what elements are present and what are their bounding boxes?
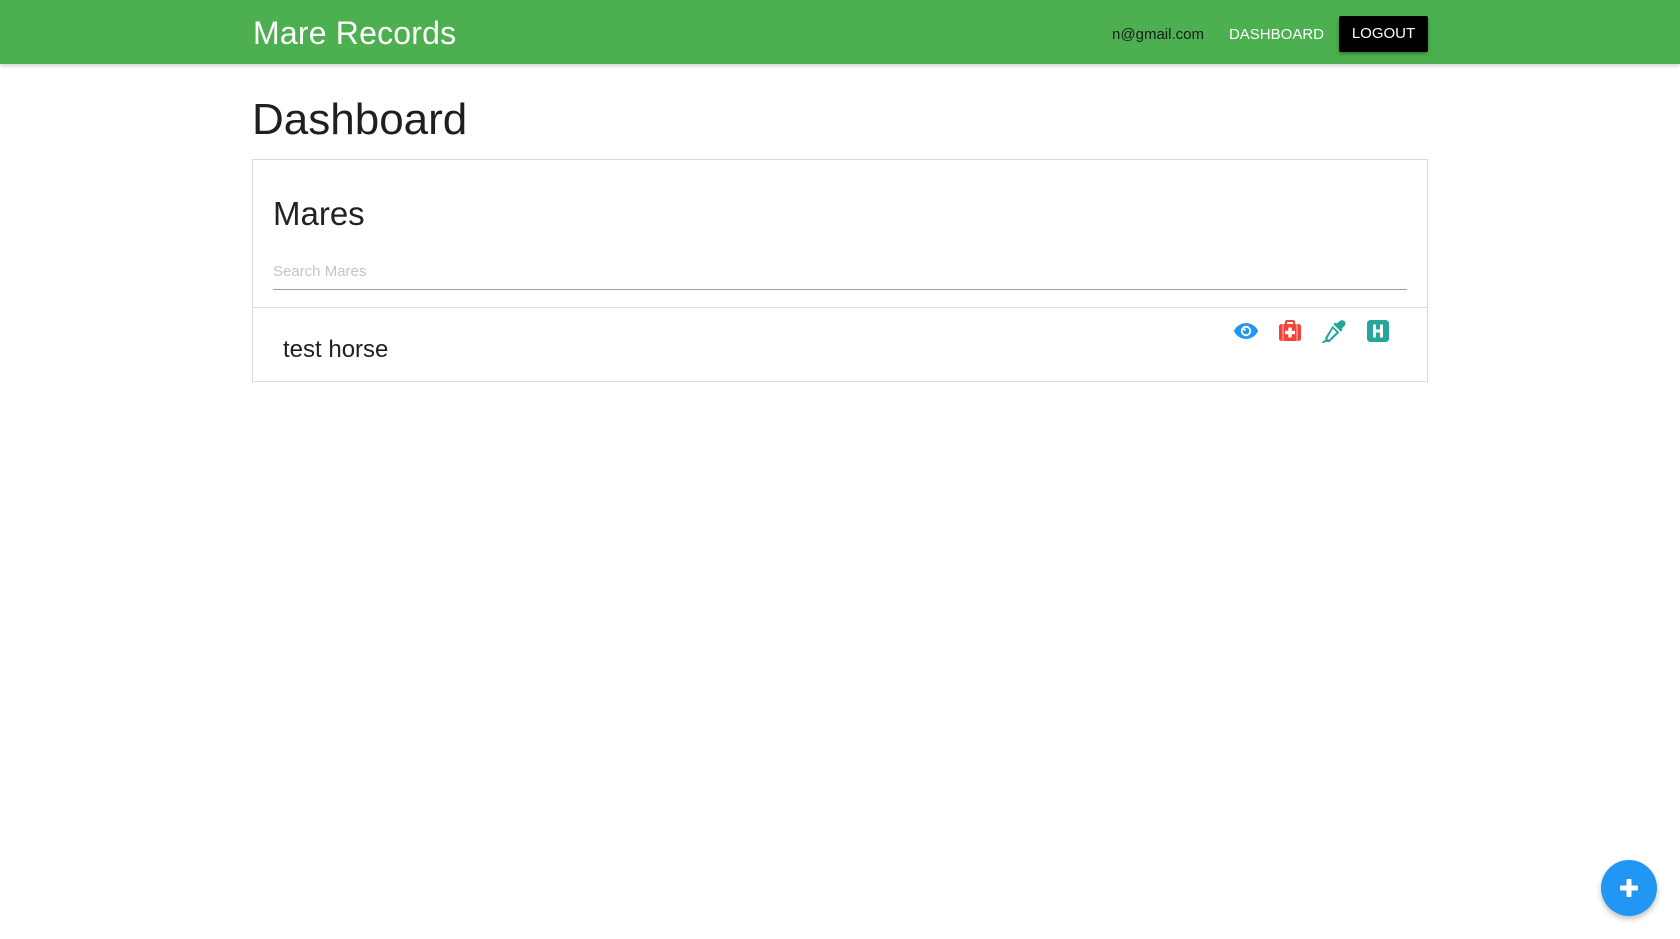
mare-list-item[interactable]: test horse — [253, 308, 1427, 381]
mares-card-header: Mares — [253, 160, 1427, 308]
search-mares-input[interactable] — [273, 254, 1407, 290]
brand-logo[interactable]: Mare Records — [253, 13, 456, 53]
add-mare-button[interactable] — [1601, 860, 1657, 916]
page-title: Dashboard — [252, 95, 468, 144]
hospital-icon[interactable] — [1365, 318, 1391, 344]
nav-dashboard-link[interactable]: DASHBOARD — [1229, 26, 1324, 43]
logout-button[interactable]: LOGOUT — [1339, 16, 1428, 52]
nav-right: n@gmail.com DASHBOARD LOGOUT — [1112, 16, 1428, 52]
medical-kit-icon[interactable] — [1277, 318, 1303, 344]
plus-icon — [1619, 878, 1639, 898]
user-email: n@gmail.com — [1112, 25, 1204, 43]
mares-card: Mares test horse — [252, 159, 1428, 382]
mare-name[interactable]: test horse — [283, 334, 388, 366]
top-navbar: Mare Records n@gmail.com DASHBOARD LOGOU… — [0, 0, 1680, 64]
eyedropper-icon[interactable] — [1321, 318, 1347, 344]
eye-icon[interactable] — [1233, 318, 1259, 344]
mare-row-actions — [1233, 318, 1391, 344]
mares-card-title: Mares — [273, 195, 365, 232]
